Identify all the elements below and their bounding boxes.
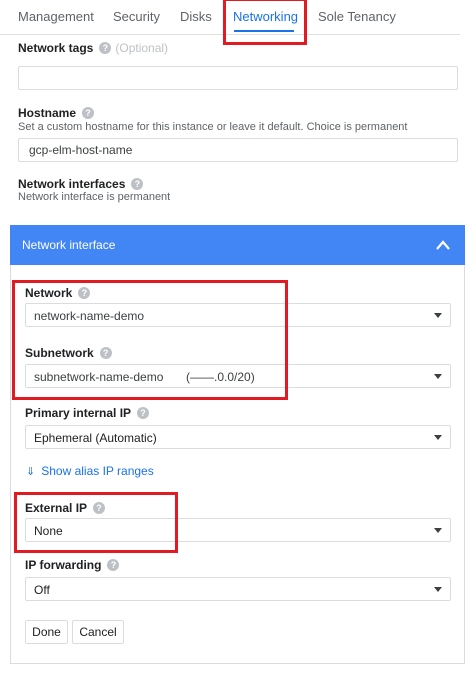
subnetwork-value: subnetwork-name-demo	[34, 370, 164, 384]
network-interfaces-description: Network interface is permanent	[18, 191, 171, 203]
alias-link-text: Show alias IP ranges	[41, 464, 154, 478]
subnetwork-range: (——.0.0/20)	[186, 370, 255, 384]
subnetwork-label: Subnetwork?	[25, 346, 112, 360]
help-icon[interactable]: ?	[93, 501, 106, 514]
primary-internal-ip-select[interactable]: Ephemeral (Automatic)	[25, 425, 451, 449]
cancel-button[interactable]: Cancel	[72, 620, 124, 644]
subnetwork-label-text: Subnetwork	[25, 346, 94, 360]
network-select[interactable]: network-name-demo	[25, 303, 451, 327]
tab-disks[interactable]: Disks	[180, 9, 212, 24]
tab-security[interactable]: Security	[113, 9, 160, 24]
subnetwork-select[interactable]: subnetwork-name-demo (——.0.0/20)	[25, 364, 451, 388]
dropdown-arrow-icon	[434, 587, 442, 592]
dropdown-arrow-icon	[434, 435, 442, 440]
primary-internal-ip-value: Ephemeral (Automatic)	[34, 431, 157, 445]
ip-forwarding-select[interactable]: Off	[25, 577, 451, 601]
ip-forwarding-label: IP forwarding?	[25, 558, 120, 572]
ip-forwarding-value: Off	[34, 583, 50, 597]
panel-title: Network interface	[22, 238, 116, 252]
network-tags-label: Network tags? (Optional)	[18, 41, 168, 55]
help-icon[interactable]: ?	[107, 558, 120, 571]
networking-page: Management Security Disks Networking Sol…	[0, 0, 476, 674]
external-ip-value: None	[34, 524, 63, 538]
show-alias-ip-ranges-link[interactable]: ⇓ Show alias IP ranges	[26, 464, 154, 478]
help-icon[interactable]: ?	[78, 286, 91, 299]
panel-header[interactable]: Network interface	[10, 225, 465, 265]
hostname-label: Hostname?	[18, 106, 95, 120]
hostname-description: Set a custom hostname for this instance …	[18, 121, 408, 133]
tab-bar: Management Security Disks Networking Sol…	[0, 0, 460, 35]
network-tags-input[interactable]	[18, 66, 458, 90]
ip-forwarding-label-text: IP forwarding	[25, 558, 102, 572]
done-button[interactable]: Done	[25, 620, 68, 644]
chevron-up-icon[interactable]	[435, 238, 451, 252]
network-interfaces-label: Network interfaces?	[18, 177, 144, 191]
tab-sole-tenancy[interactable]: Sole Tenancy	[318, 9, 396, 24]
help-icon[interactable]: ?	[137, 406, 150, 419]
dropdown-arrow-icon	[434, 313, 442, 318]
network-value: network-name-demo	[34, 309, 145, 323]
double-chevron-down-icon: ⇓	[26, 466, 36, 478]
help-icon[interactable]: ?	[131, 177, 144, 190]
network-label: Network?	[25, 286, 91, 300]
help-icon[interactable]: ?	[99, 41, 112, 54]
dropdown-arrow-icon	[434, 528, 442, 533]
hostname-input[interactable]: gcp-elm-host-name	[18, 138, 458, 162]
network-label-text: Network	[25, 286, 73, 300]
dropdown-arrow-icon	[434, 374, 442, 379]
tab-management[interactable]: Management	[18, 9, 94, 24]
primary-internal-ip-label: Primary internal IP?	[25, 406, 150, 420]
external-ip-select[interactable]: None	[25, 518, 451, 542]
external-ip-label: External IP?	[25, 501, 106, 515]
network-interfaces-label-text: Network interfaces	[18, 177, 126, 191]
network-tags-label-text: Network tags	[18, 41, 94, 55]
active-tab-indicator	[234, 30, 294, 32]
optional-text: (Optional)	[115, 41, 169, 55]
help-icon[interactable]: ?	[82, 106, 95, 119]
external-ip-label-text: External IP	[25, 501, 88, 515]
primary-internal-ip-label-text: Primary internal IP	[25, 406, 132, 420]
tab-networking[interactable]: Networking	[233, 9, 298, 24]
help-icon[interactable]: ?	[99, 346, 112, 359]
hostname-label-text: Hostname	[18, 106, 77, 120]
